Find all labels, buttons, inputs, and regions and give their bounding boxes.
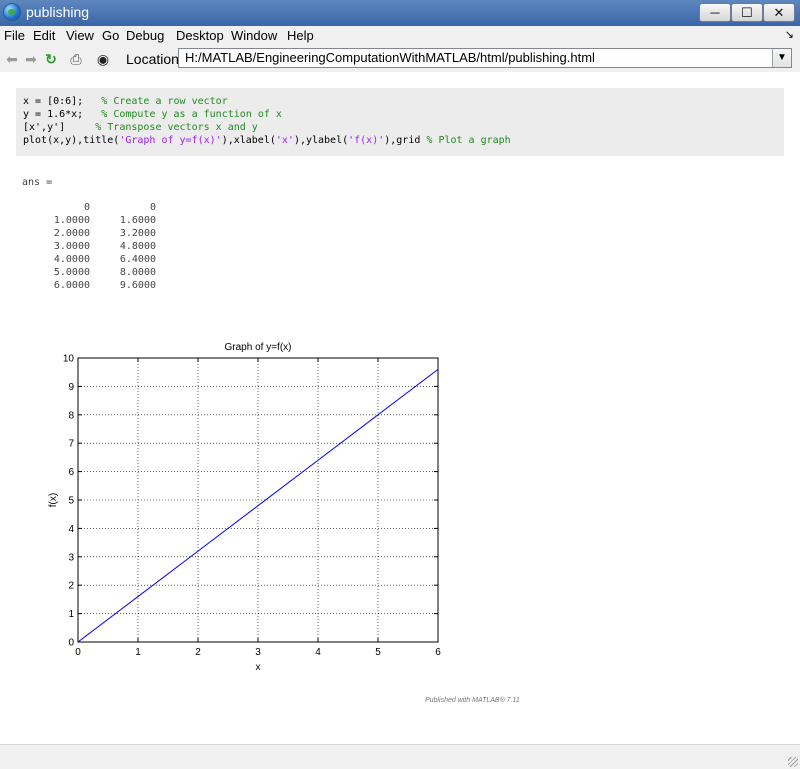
ans-cell: 1.6000 xyxy=(119,215,156,226)
location-label: Location: xyxy=(126,51,183,67)
menu-edit[interactable]: Edit xyxy=(33,28,55,43)
y-tick-label: 2 xyxy=(68,581,74,592)
x-tick-label: 3 xyxy=(255,647,261,658)
menu-go[interactable]: Go xyxy=(102,28,119,43)
x-tick-label: 4 xyxy=(315,647,321,658)
menu-view[interactable]: View xyxy=(66,28,94,43)
print-icon[interactable]: ⎙ xyxy=(67,50,85,68)
ans-cell: 6.4000 xyxy=(119,254,156,265)
menu-bar: File Edit View Go Debug Desktop Window H… xyxy=(0,26,800,46)
x-tick-label: 6 xyxy=(435,647,441,658)
y-tick-label: 1 xyxy=(68,609,74,620)
code-block: x = [0:6]; % Create a row vector y = 1.6… xyxy=(16,88,784,156)
x-tick-label: 1 xyxy=(135,647,141,658)
menu-window[interactable]: Window xyxy=(231,28,277,43)
ans-cell: 4.8000 xyxy=(119,241,156,252)
ans-cell: 9.6000 xyxy=(119,280,156,291)
y-tick-label: 9 xyxy=(68,382,74,393)
y-tick-label: 4 xyxy=(68,524,74,535)
menu-help[interactable]: Help xyxy=(287,28,314,43)
close-button[interactable]: ✕ xyxy=(763,3,795,22)
ans-cell: 6.0000 xyxy=(53,280,90,291)
y-axis-label: f(x) xyxy=(48,493,59,507)
maximize-icon: ☐ xyxy=(741,5,753,20)
status-bar xyxy=(0,744,800,769)
minimize-button[interactable]: ─ xyxy=(699,3,731,22)
ans-cell: 8.0000 xyxy=(119,267,156,278)
x-tick-label: 2 xyxy=(195,647,201,658)
y-tick-label: 8 xyxy=(68,410,74,421)
ans-cell: 5.0000 xyxy=(53,267,90,278)
location-value: H:/MATLAB/EngineeringComputationWithMATL… xyxy=(185,50,595,65)
location-dropdown-button[interactable]: ▼ xyxy=(772,49,791,67)
y-tick-label: 7 xyxy=(68,439,74,450)
chart-figure: 0 1 2 3 4 5 6 0 1 2 3 4 5 6 7 8 9 10 Graph of y=f(x) x f… xyxy=(48,342,441,673)
minimize-icon: ─ xyxy=(710,5,720,20)
browser-toolbar: ⬅ ➡ ↻ ⎙ ◉ Location: H:/MATLAB/Engineerin… xyxy=(0,46,800,73)
code-line: x = [0:6]; % Create a row vector xyxy=(23,96,228,107)
code-line: [x',y'] % Transpose vectors x and y xyxy=(23,122,258,133)
y-tick-label: 0 xyxy=(68,638,74,649)
refresh-icon[interactable]: ↻ xyxy=(42,50,60,68)
back-arrow-icon[interactable]: ⬅ xyxy=(3,50,21,68)
x-tick-label: 0 xyxy=(75,647,81,658)
ans-cell: 0 xyxy=(83,202,90,213)
ans-cell: 2.0000 xyxy=(53,228,90,239)
ans-cell: 4.0000 xyxy=(53,254,90,265)
y-tick-label: 5 xyxy=(68,496,74,507)
y-tick-label: 10 xyxy=(63,354,75,365)
page-content: x = [0:6]; % Create a row vector y = 1.6… xyxy=(0,72,800,744)
ans-cell: 3.2000 xyxy=(119,228,156,239)
x-axis-label: x xyxy=(256,662,261,673)
published-with-note: Published with MATLAB® 7.11 xyxy=(425,697,520,704)
menu-debug[interactable]: Debug xyxy=(126,28,164,43)
globe-icon xyxy=(3,3,21,21)
binoculars-icon[interactable]: ◉ xyxy=(94,50,112,68)
close-icon: ✕ xyxy=(773,5,785,20)
ans-cell: 0 xyxy=(149,202,156,213)
menu-file[interactable]: File xyxy=(4,28,25,43)
title-bar: publishing ─ ☐ ✕ xyxy=(0,0,800,26)
location-input[interactable]: H:/MATLAB/EngineeringComputationWithMATL… xyxy=(178,48,792,68)
chevron-down-icon: ▼ xyxy=(777,52,787,63)
code-line: plot(x,y),title('Graph of y=f(x)'),xlabe… xyxy=(23,135,511,146)
x-tick-label: 5 xyxy=(375,647,381,658)
ans-cell: 3.0000 xyxy=(53,241,90,252)
y-tick-label: 3 xyxy=(68,552,74,563)
window-title: publishing xyxy=(26,4,90,20)
forward-arrow-icon[interactable]: ➡ xyxy=(22,50,40,68)
resize-grip-icon[interactable] xyxy=(788,757,798,767)
chart-title: Graph of y=f(x) xyxy=(225,342,292,353)
ans-cell: 1.0000 xyxy=(53,215,90,226)
ans-label: ans = xyxy=(22,177,53,188)
dock-pin-icon[interactable]: ↘ xyxy=(785,28,794,41)
code-line: y = 1.6*x; % Compute y as a function of … xyxy=(23,109,282,120)
menu-desktop[interactable]: Desktop xyxy=(176,28,224,43)
y-tick-label: 6 xyxy=(68,467,74,478)
maximize-button[interactable]: ☐ xyxy=(731,3,763,22)
